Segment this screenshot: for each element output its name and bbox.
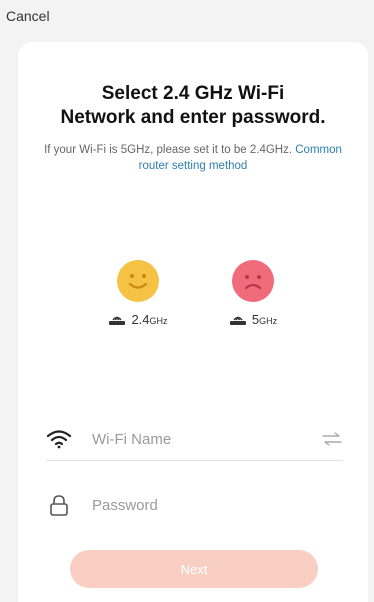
- switch-network-icon[interactable]: [321, 430, 343, 448]
- band-unit: GHz: [149, 316, 168, 326]
- cancel-button[interactable]: Cancel: [6, 8, 50, 24]
- subtitle: If your Wi-Fi is 5GHz, please set it to …: [28, 142, 358, 174]
- next-button[interactable]: Next: [70, 550, 318, 588]
- page-title: Select 2.4 GHz Wi-Fi Network and enter p…: [18, 82, 368, 130]
- top-bar: Cancel: [0, 0, 374, 36]
- password-field: [46, 484, 343, 526]
- title-line-2: Network and enter password.: [60, 107, 326, 128]
- wifi-name-field: [46, 418, 343, 461]
- wifi-setup-card: Select 2.4 GHz Wi-Fi Network and enter p…: [18, 42, 368, 602]
- band-option-2-4ghz: 2.4GHz: [103, 260, 173, 327]
- wifi-icon: [46, 430, 72, 449]
- happy-face-icon: [117, 260, 159, 302]
- band-label-2-4ghz: 2.4GHz: [103, 312, 173, 327]
- title-line-1: Select 2.4 GHz Wi-Fi: [101, 83, 285, 104]
- band-option-5ghz: 5GHz: [218, 260, 288, 327]
- router-icon: [229, 316, 246, 325]
- router-icon: [109, 316, 126, 325]
- password-input[interactable]: [90, 495, 343, 515]
- band-label-5ghz: 5GHz: [218, 312, 288, 327]
- band-unit: GHz: [259, 316, 278, 326]
- lock-icon: [50, 495, 68, 516]
- sad-face-icon: [232, 260, 274, 302]
- subtitle-text: If your Wi-Fi is 5GHz, please set it to …: [44, 144, 293, 156]
- wifi-name-input[interactable]: [90, 429, 321, 449]
- band-value: 2.4: [131, 312, 150, 327]
